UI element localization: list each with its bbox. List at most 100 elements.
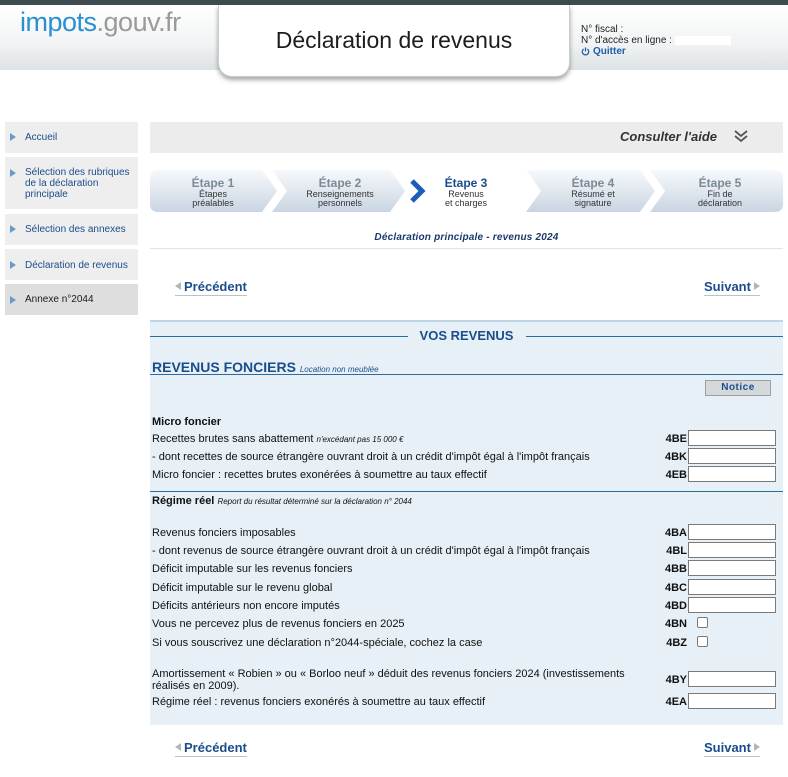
declaration-subtitle: Déclaration principale - revenus 2024: [374, 232, 559, 243]
checkbox-4BZ[interactable]: [697, 636, 708, 647]
step-desc: préalables: [192, 198, 234, 208]
page-title-card: Déclaration de revenus: [218, 5, 570, 77]
arrow-right-icon: [10, 133, 16, 141]
box-code: 4BN: [664, 618, 687, 630]
current-step-arrow-icon: [410, 179, 426, 203]
previous-button-bottom[interactable]: Précédent: [175, 740, 247, 757]
access-number-masked: [674, 35, 731, 45]
sidebar-item-label: Sélection des rubriques de la déclaratio…: [25, 167, 130, 200]
step-2: Étape 2 Renseignements personnels: [275, 170, 405, 212]
box-code: 4BZ: [666, 637, 687, 649]
arrow-left-icon: [175, 743, 181, 751]
next-button-bottom[interactable]: Suivant: [704, 740, 760, 757]
checkbox-4BN[interactable]: [697, 617, 708, 628]
arrow-right-icon: [753, 282, 760, 290]
step-number: Étape 1: [191, 176, 235, 190]
amount-input-4BB[interactable]: [688, 560, 776, 576]
sidebar-item-declaration-revenus[interactable]: Déclaration de revenus: [5, 249, 138, 280]
quit-label: Quitter: [593, 46, 626, 57]
notice-button[interactable]: Notice: [705, 380, 771, 396]
previous-label: Précédent: [184, 279, 247, 294]
box-code: 4BC: [664, 582, 687, 594]
sidebar-item-label: Annexe n°2044: [25, 294, 94, 305]
section-divider: [150, 491, 783, 492]
banner-title: VOS REVENUS: [407, 328, 526, 343]
box-code: 4EA: [665, 696, 687, 708]
amount-input-4BA[interactable]: [688, 524, 776, 540]
row-label: Déficits antérieurs non encore imputés: [152, 600, 340, 612]
box-code: 4BA: [664, 527, 687, 539]
help-label: Consulter l'aide: [620, 129, 717, 144]
step-4: Étape 4 Résumé et signature: [530, 170, 656, 212]
step-number: Étape 3: [444, 176, 488, 190]
user-info: N° fiscal : N° d'accès en ligne : Quitte…: [581, 24, 731, 57]
box-code: 4EB: [665, 469, 687, 481]
arrow-right-icon: [10, 225, 16, 233]
progress-steps: Étape 1 Étapes préalables Étape 2 Rensei…: [150, 170, 783, 212]
sidebar-item-annexe-2044[interactable]: Annexe n°2044: [5, 284, 138, 315]
box-code: 4BD: [664, 600, 687, 612]
step-desc: déclaration: [697, 198, 743, 208]
step-number: Étape 4: [571, 176, 615, 190]
next-label: Suivant: [704, 279, 751, 294]
amount-input-4EA[interactable]: [688, 693, 776, 709]
row-label: Micro foncier : recettes brutes exonérée…: [152, 469, 487, 481]
page-title: Déclaration de revenus: [275, 27, 513, 53]
box-code: 4BK: [664, 451, 687, 463]
row-label: Revenus fonciers imposables: [152, 527, 296, 539]
step-number: Étape 5: [698, 176, 742, 190]
row-label: Régime réel : revenus fonciers exonérés …: [152, 696, 486, 708]
arrow-right-icon: [10, 169, 16, 177]
regime-reel-title: Régime réel Report du résultat déterminé…: [152, 495, 412, 507]
logo-part1: impots: [20, 7, 97, 37]
step-5: Étape 5 Fin de déclaration: [657, 170, 783, 212]
row-label: Déficit imputable sur le revenu global: [152, 582, 333, 594]
next-button-top[interactable]: Suivant: [704, 279, 760, 296]
chevron-double-down-icon[interactable]: [734, 129, 748, 143]
sidebar-item-label: Sélection des annexes: [25, 224, 126, 235]
step-1: Étape 1 Étapes préalables: [150, 170, 276, 212]
arrow-left-icon: [175, 282, 181, 290]
amount-input-4BK[interactable]: [688, 448, 776, 464]
sidebar-item-selection-rubriques[interactable]: Sélection des rubriques de la déclaratio…: [5, 157, 138, 209]
amount-input-4BD[interactable]: [688, 597, 776, 613]
step-desc: personnels: [317, 198, 363, 208]
arrow-right-icon: [753, 743, 760, 751]
box-code: 4BB: [664, 563, 687, 575]
row-label: Si vous souscrivez une déclaration n°204…: [152, 637, 483, 649]
power-icon: [581, 47, 590, 56]
amount-input-4BY[interactable]: [688, 671, 776, 687]
arrow-right-icon: [10, 261, 16, 269]
step-desc: et charges: [444, 198, 488, 208]
amount-input-4BC[interactable]: [688, 579, 776, 595]
quit-link[interactable]: Quitter: [581, 46, 731, 57]
row-note: n'excédant pas 15 000 €: [316, 435, 404, 444]
row-label: Vous ne percevez plus de revenus foncier…: [152, 618, 405, 630]
help-bar[interactable]: Consulter l'aide: [150, 122, 783, 153]
amount-input-4BE[interactable]: [688, 430, 776, 446]
section-subtitle: Location non meublée: [299, 365, 379, 374]
sidebar-item-selection-annexes[interactable]: Sélection des annexes: [5, 214, 138, 245]
step-desc: signature: [574, 198, 612, 208]
amount-input-4EB[interactable]: [688, 466, 776, 482]
previous-label: Précédent: [184, 740, 247, 755]
section-divider: [150, 374, 783, 375]
access-number-label: N° d'accès en ligne :: [581, 35, 672, 46]
fiscal-number-label: N° fiscal :: [581, 24, 624, 35]
regime-reel-note: Report du résultat déterminé sur la décl…: [217, 497, 412, 506]
micro-foncier-title: Micro foncier: [152, 416, 222, 428]
box-code: 4BL: [666, 545, 687, 557]
box-code: 4BY: [665, 674, 687, 686]
sidebar-item-accueil[interactable]: Accueil: [5, 122, 138, 153]
amount-input-4BL[interactable]: [688, 542, 776, 558]
row-label: Amortissement « Robien » ou « Borloo neu…: [152, 668, 625, 692]
step-number: Étape 2: [318, 176, 362, 190]
impots-logo[interactable]: impots.gouv.fr: [20, 7, 181, 38]
vos-revenus-banner: VOS REVENUS: [150, 328, 783, 344]
section-title: REVENUS FONCIERS Location non meublée: [152, 359, 379, 375]
previous-button-top[interactable]: Précédent: [175, 279, 247, 296]
section-title-label: REVENUS FONCIERS: [152, 359, 296, 375]
regime-reel-label: Régime réel: [152, 495, 215, 507]
next-label: Suivant: [704, 740, 751, 755]
form-panel: VOS REVENUS REVENUS FONCIERS Location no…: [150, 320, 783, 725]
